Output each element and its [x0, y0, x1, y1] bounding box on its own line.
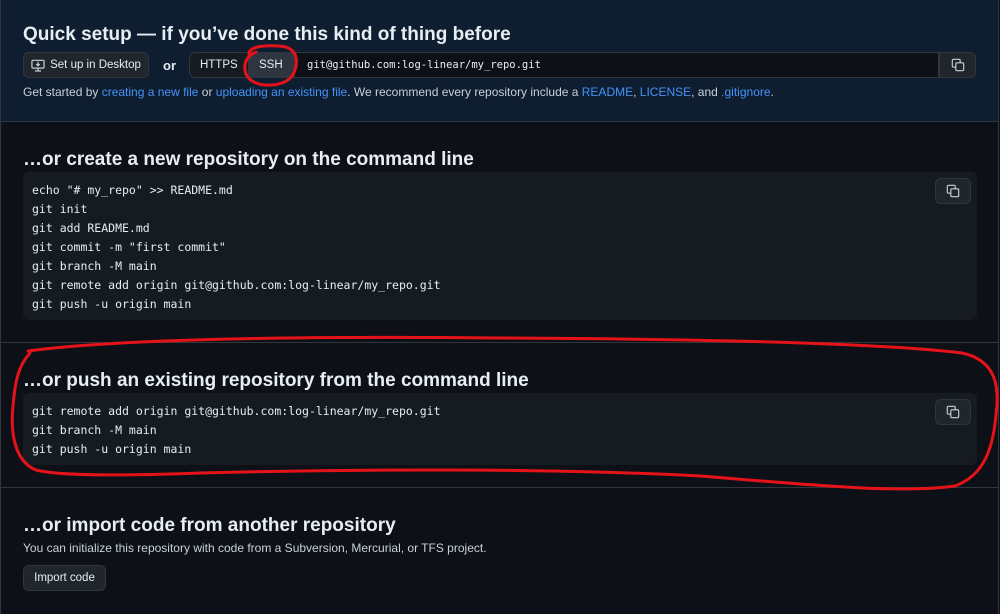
create-repo-title: …or create a new repository on the comma… [23, 149, 474, 170]
import-section: …or import code from another repository … [0, 488, 999, 614]
code-line: git commit -m "first commit" [32, 240, 226, 254]
help-text: , [633, 85, 640, 99]
code-line: echo "# my_repo" >> README.md [32, 183, 233, 197]
code-line: git remote add origin git@github.com:log… [32, 278, 441, 292]
create-new-file-link[interactable]: creating a new file [102, 85, 199, 99]
help-text: or [198, 85, 216, 99]
or-separator: or [163, 58, 176, 73]
help-text: . We recommend every repository include … [347, 85, 582, 99]
quick-setup-title: Quick setup — if you’ve done this kind o… [23, 24, 511, 45]
clone-url-input[interactable] [294, 52, 939, 78]
create-repo-section: …or create a new repository on the comma… [0, 122, 999, 343]
setup-desktop-label: Set up in Desktop [50, 59, 141, 71]
https-button[interactable]: HTTPS [190, 53, 249, 77]
copy-push-commands-button[interactable] [935, 399, 971, 425]
push-repo-title: …or push an existing repository from the… [23, 370, 529, 391]
push-repo-code-block: git remote add origin git@github.com:log… [23, 393, 977, 465]
code-line: git init [32, 202, 88, 216]
setup-desktop-button[interactable]: Set up in Desktop [23, 52, 149, 78]
copy-create-commands-button[interactable] [935, 178, 971, 204]
protocol-toggle: HTTPS SSH [189, 52, 294, 78]
copy-icon [946, 184, 960, 198]
code-line: git push -u origin main [32, 442, 192, 456]
code-line: git branch -M main [32, 423, 157, 437]
gitignore-link[interactable]: .gitignore [721, 85, 770, 99]
desktop-icon [31, 59, 45, 72]
upload-file-link[interactable]: uploading an existing file [216, 85, 347, 99]
readme-link[interactable]: README [582, 85, 633, 99]
quick-setup-panel: Quick setup — if you’ve done this kind o… [0, 0, 999, 122]
copy-icon [951, 58, 965, 72]
copy-url-button[interactable] [939, 52, 976, 78]
code-line: git push -u origin main [32, 297, 192, 311]
license-link[interactable]: LICENSE [640, 85, 691, 99]
push-repo-section: …or push an existing repository from the… [0, 343, 999, 488]
help-text: . [770, 85, 774, 99]
copy-icon [946, 405, 960, 419]
import-code-button[interactable]: Import code [23, 565, 106, 591]
import-title: …or import code from another repository [23, 515, 396, 536]
ssh-button[interactable]: SSH [248, 53, 293, 77]
code-line: git remote add origin git@github.com:log… [32, 404, 441, 418]
help-text: , and [691, 85, 722, 99]
quick-setup-help: Get started by creating a new file or up… [23, 85, 774, 99]
code-line: git add README.md [32, 221, 150, 235]
help-text: Get started by [23, 85, 102, 99]
code-line: git branch -M main [32, 259, 157, 273]
import-description: You can initialize this repository with … [23, 541, 487, 555]
create-repo-code-block: echo "# my_repo" >> README.md git init g… [23, 172, 977, 320]
